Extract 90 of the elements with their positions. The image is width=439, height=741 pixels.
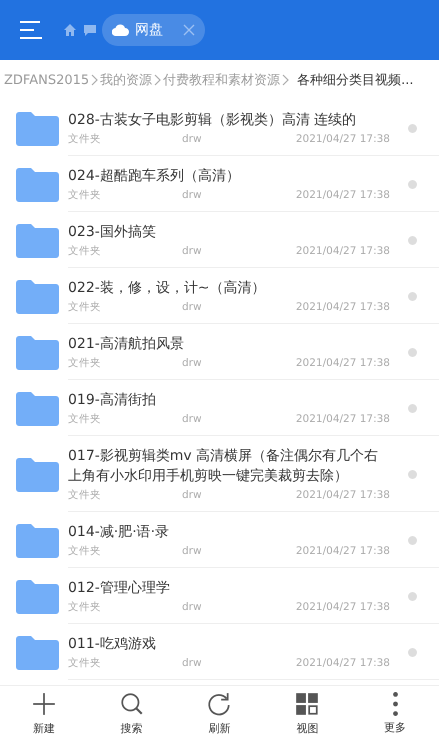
file-type: 文件夹 [68, 413, 102, 426]
folder-row[interactable]: 028-古装女子电影剪辑（影视类）高清 连续的 文件夹 drw 2021/04/27 17:38 [0, 100, 439, 155]
tab-label: 网盘 [135, 21, 163, 39]
file-type: 文件夹 [68, 657, 102, 670]
toolbar-button[interactable]: 视图 [277, 691, 338, 736]
folder-name: 011-吃鸡游戏 [68, 635, 157, 654]
file-type: 文件夹 [68, 301, 102, 314]
modified-date: 2021/04/27 17:38 [296, 189, 390, 202]
owner: drw [182, 413, 203, 426]
file-type: 文件夹 [68, 189, 102, 202]
select-dot[interactable] [408, 536, 417, 544]
folder-icon [16, 166, 59, 202]
folder-name: 023-国外搞笑 [68, 223, 157, 242]
select-dot[interactable] [408, 404, 417, 412]
folder-icon [16, 634, 59, 670]
owner: drw [182, 301, 203, 314]
toolbar-button[interactable]: 刷新 [189, 691, 250, 736]
folder-icon [16, 110, 59, 146]
folder-icon [16, 278, 59, 314]
folder-name: 019-高清街拍 [68, 391, 157, 410]
search-icon [118, 691, 145, 717]
folder-icon [16, 578, 59, 614]
folder-row[interactable]: 014-减·肥·语·录 文件夹 drw 2021/04/27 17:38 [0, 512, 439, 567]
file-type: 文件夹 [68, 133, 102, 146]
folder-icon [16, 334, 59, 370]
folder-row[interactable]: 011-吃鸡游戏 文件夹 drw 2021/04/27 17:38 [0, 624, 439, 679]
file-type: 文件夹 [68, 489, 102, 502]
toolbar-button[interactable]: 新建 [14, 691, 74, 736]
chevron-icon [91, 74, 98, 86]
modified-date: 2021/04/27 17:38 [296, 245, 390, 258]
modified-date: 2021/04/27 17:38 [296, 413, 390, 426]
folder-row[interactable]: 017-影视剪辑类mv 高清横屏（备注偶尔有几个右上角有小水印用手机剪映一键完美裁剪去除） 文件夹 drw 2021/04/27 17:38 [0, 436, 439, 511]
owner: drw [182, 489, 203, 502]
more-icon [392, 692, 398, 716]
home-icon[interactable] [64, 24, 76, 36]
folder-row[interactable]: 021-高清航拍风景 文件夹 drw 2021/04/27 17:38 [0, 324, 439, 379]
owner: drw [182, 545, 203, 558]
folder-name: 021-高清航拍风景 [68, 335, 185, 354]
modified-date: 2021/04/27 17:38 [296, 489, 390, 502]
chevron-icon [282, 74, 290, 86]
breadcrumb-item[interactable]: 各种细分类目视频... [297, 71, 414, 89]
modified-date: 2021/04/27 17:38 [296, 357, 390, 370]
folder-icon [16, 522, 59, 558]
folder-icon [16, 390, 59, 426]
owner: drw [182, 245, 203, 258]
select-dot[interactable] [408, 292, 417, 300]
select-dot[interactable] [408, 648, 417, 656]
file-type: 文件夹 [68, 357, 102, 370]
folder-name: 022-装，修，设，计~（高清） [68, 279, 267, 298]
folder-row[interactable]: 022-装，修，设，计~（高清） 文件夹 drw 2021/04/27 17:38 [0, 268, 439, 323]
select-dot[interactable] [408, 592, 417, 600]
file-type: 文件夹 [68, 601, 102, 614]
owner: drw [182, 133, 203, 146]
folder-name: 012-管理心理学 [68, 579, 171, 598]
owner: drw [182, 357, 203, 370]
select-dot[interactable] [408, 348, 417, 356]
owner: drw [182, 601, 203, 614]
cloud-icon [112, 24, 129, 36]
chat-icon[interactable] [84, 24, 96, 36]
select-dot[interactable] [408, 180, 417, 188]
close-icon[interactable] [183, 24, 195, 36]
owner: drw [182, 189, 203, 202]
plus-icon [30, 691, 57, 717]
folder-name: 014-减·肥·语·录 [68, 523, 170, 542]
folder-name: 024-超酷跑车系列（高清） [68, 167, 241, 186]
folder-row[interactable]: 019-高清街拍 文件夹 drw 2021/04/27 17:38 [0, 380, 439, 435]
folder-row[interactable]: 023-国外搞笑 文件夹 drw 2021/04/27 17:38 [0, 212, 439, 267]
file-type: 文件夹 [68, 245, 102, 258]
menu-icon[interactable] [20, 21, 42, 39]
folder-row[interactable]: 024-超酷跑车系列（高清） 文件夹 drw 2021/04/27 17:38 [0, 156, 439, 211]
file-type: 文件夹 [68, 545, 102, 558]
modified-date: 2021/04/27 17:38 [296, 601, 390, 614]
modified-date: 2021/04/27 17:38 [296, 301, 390, 314]
select-dot[interactable] [408, 124, 417, 132]
chevron-icon [154, 74, 162, 86]
grid-icon [294, 691, 320, 717]
folder-name: 017-影视剪辑类mv 高清横屏（备注偶尔有几个右上角有小水印用手机剪映一键完美裁剪去除） [68, 447, 380, 486]
folder-row[interactable]: 012-管理心理学 文件夹 drw 2021/04/27 17:38 [0, 568, 439, 623]
modified-date: 2021/04/27 17:38 [296, 133, 390, 146]
folder-icon [16, 222, 59, 258]
modified-date: 2021/04/27 17:38 [296, 545, 390, 558]
folder-icon [16, 456, 59, 492]
select-dot[interactable] [408, 236, 417, 244]
owner: drw [182, 657, 203, 670]
refresh-icon [206, 691, 232, 717]
select-dot[interactable] [408, 470, 417, 478]
toolbar-button[interactable]: 搜索 [102, 691, 162, 736]
toolbar-button[interactable]: 更多 [365, 692, 426, 735]
modified-date: 2021/04/27 17:38 [296, 657, 390, 670]
folder-name: 028-古装女子电影剪辑（影视类）高清 连续的 [68, 111, 358, 130]
